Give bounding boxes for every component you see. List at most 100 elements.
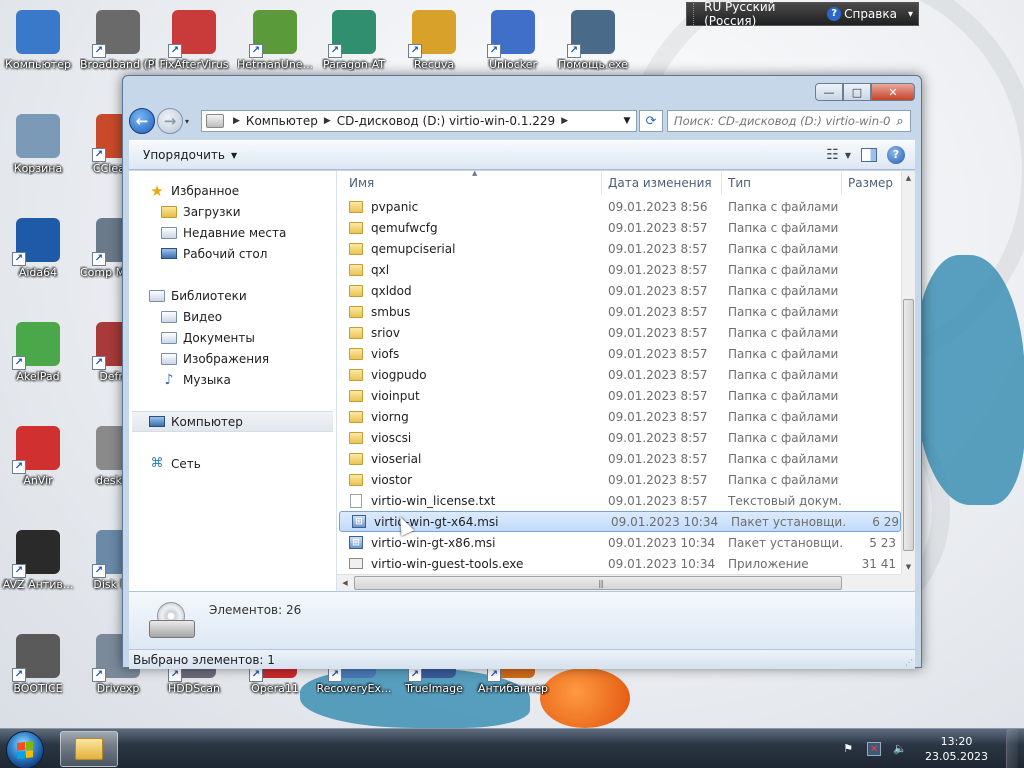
file-row[interactable]: vioinput 09.01.2023 8:57 Папка с файлами	[337, 385, 901, 406]
file-row[interactable]: pvpanic 09.01.2023 8:56 Папка с файлами	[337, 196, 901, 217]
file-row[interactable]: viogpudo 09.01.2023 8:57 Папка с файлами	[337, 364, 901, 385]
shortcut-arrow-icon: ↗	[12, 564, 26, 578]
desktop-icon-recycle-bin[interactable]: Корзина	[0, 114, 76, 175]
forward-button[interactable]: →	[157, 108, 183, 134]
taskbar-explorer-button[interactable]	[60, 731, 118, 767]
refresh-button[interactable]: ⟳	[639, 110, 663, 132]
nav-network[interactable]: ⌘ Сеть	[129, 453, 336, 474]
file-row[interactable]: vioserial 09.01.2023 8:57 Папка с файлами	[337, 448, 901, 469]
file-row[interactable]: sriov 09.01.2023 8:57 Папка с файлами	[337, 322, 901, 343]
langbar-help[interactable]: ? Справка	[821, 7, 903, 21]
show-desktop-button[interactable]	[1006, 729, 1018, 768]
file-row[interactable]: viorng 09.01.2023 8:57 Папка с файлами	[337, 406, 901, 427]
column-header-size[interactable]: Размер	[842, 171, 896, 195]
file-type-cell: Папка с файлами	[728, 430, 839, 445]
nav-video[interactable]: Видео	[129, 306, 336, 327]
file-row[interactable]: smbus 09.01.2023 8:57 Папка с файлами	[337, 301, 901, 322]
file-row[interactable]: qemupciserial 09.01.2023 8:57 Папка с файл…	[337, 238, 901, 259]
scroll-up-icon[interactable]: ▲	[902, 171, 915, 185]
breadcrumb-separator-icon[interactable]: ▶	[233, 116, 240, 126]
taskbar: ⚑ ✕ 🔈 13:20 23.05.2023	[0, 728, 1024, 768]
file-row[interactable]: virtio-win_license.txt 09.01.2023 8:57 Тек…	[337, 490, 901, 511]
desktop-icon-label: RecoveryEx...	[316, 682, 392, 695]
recent-pages-dropdown-icon[interactable]: ▾	[185, 117, 195, 126]
nav-computer[interactable]: Компьютер	[132, 411, 333, 432]
file-row[interactable]: qxldod 09.01.2023 8:57 Папка с файлами	[337, 280, 901, 301]
breadcrumb-computer[interactable]: Компьютер	[246, 114, 318, 128]
network-icon: ⌘	[150, 456, 164, 471]
desktop-icon-akelpad[interactable]: ↗ AkelPad	[0, 322, 76, 383]
column-header-date[interactable]: Дата изменения	[602, 171, 722, 195]
desktop-icon-anvir[interactable]: ↗ AnVir	[0, 426, 76, 487]
desktop-icon-aida64[interactable]: ↗ Aida64	[0, 218, 76, 279]
horizontal-scroll-thumb[interactable]: |||	[354, 576, 842, 590]
language-indicator[interactable]: RU Русский (Россия)	[694, 0, 821, 28]
organize-menu-button[interactable]: Упорядочить ▼	[143, 148, 237, 162]
nav-downloads[interactable]: Загрузки	[129, 201, 336, 222]
file-row[interactable]: viofs 09.01.2023 8:57 Папка с файлами	[337, 343, 901, 364]
nav-recent-places[interactable]: Недавние места	[129, 222, 336, 243]
langbar-options-icon[interactable]: ▾	[903, 9, 918, 20]
vertical-scroll-thumb[interactable]	[903, 299, 914, 551]
file-name-cell: qemupciserial	[337, 242, 602, 256]
file-row[interactable]: ⊞ virtio-win-gt-x86.msi 09.01.2023 10:34 Па…	[337, 532, 901, 553]
desktop-icon-computer[interactable]: Компьютер	[0, 10, 76, 71]
minimize-button[interactable]: —	[815, 83, 843, 101]
file-row[interactable]: qemufwcfg 09.01.2023 8:57 Папка с файлами	[337, 217, 901, 238]
column-header-name[interactable]: Имя	[337, 171, 602, 195]
file-row[interactable]: vioscsi 09.01.2023 8:57 Папка с файлами	[337, 427, 901, 448]
file-date-cell: 09.01.2023 8:57	[608, 220, 708, 235]
breadcrumb-separator-icon[interactable]: ▶	[561, 116, 568, 126]
file-row[interactable]: viostor 09.01.2023 8:57 Папка с файлами	[337, 469, 901, 490]
window-caption[interactable]: — □ ✕	[123, 76, 921, 106]
scroll-down-icon[interactable]: ▼	[902, 560, 915, 574]
langbar-grip[interactable]	[687, 3, 695, 25]
maximize-button[interactable]: □	[843, 83, 871, 101]
close-button[interactable]: ✕	[871, 83, 915, 101]
nav-music[interactable]: ♪ Музыка	[129, 369, 336, 390]
file-row[interactable]: virtio-win-guest-tools.exe 09.01.2023 10:…	[337, 553, 901, 574]
nav-documents[interactable]: Документы	[129, 327, 336, 348]
sort-ascending-icon: ▲	[472, 171, 478, 177]
file-name: qxl	[371, 262, 390, 277]
address-dropdown-icon[interactable]: ▼	[618, 116, 636, 126]
resize-grip-icon[interactable]: ⋰	[905, 658, 913, 667]
clock[interactable]: 13:20 23.05.2023	[925, 734, 988, 764]
nav-pictures[interactable]: Изображения	[129, 348, 336, 369]
breadcrumb-separator-icon[interactable]: ▶	[324, 116, 331, 126]
network-disconnected-icon[interactable]: ✕	[867, 742, 882, 756]
desktop-icon-broadband[interactable]: ↗Broadband (PPPoE)	[80, 10, 156, 71]
desktop-icon-paragon[interactable]: ↗ Paragon-AT	[316, 10, 392, 71]
start-button[interactable]	[6, 731, 44, 768]
video-library-icon	[161, 310, 177, 323]
search-icon[interactable]: ⌕	[890, 114, 910, 129]
file-date-cell: 09.01.2023 8:57	[608, 409, 708, 424]
vertical-scrollbar[interactable]: ▲ ▼	[901, 171, 915, 574]
file-row[interactable]: qxl 09.01.2023 8:57 Папка с файлами	[337, 259, 901, 280]
horizontal-scrollbar[interactable]: ◀ ||| ▶	[337, 574, 915, 591]
change-view-button[interactable]: ☷ ▼	[826, 147, 851, 163]
back-button[interactable]: ←	[129, 108, 155, 134]
address-bar[interactable]: ▶ Компьютер ▶ CD-дисковод (D:) virtio-wi…	[201, 110, 637, 132]
action-center-flag-icon[interactable]: ⚑	[841, 742, 855, 756]
desktop-icon-unlocker[interactable]: ↗ Unlocker	[475, 10, 551, 71]
column-header-type[interactable]: Тип	[722, 171, 842, 195]
file-name: vioserial	[371, 451, 422, 466]
scroll-left-icon[interactable]: ◀	[337, 575, 353, 591]
volume-muted-icon[interactable]: 🔈	[893, 742, 907, 756]
file-row[interactable]: ⊞ virtio-win-gt-x64.msi 09.01.2023 10:34 Па…	[339, 511, 901, 532]
desktop-icon-help-exe[interactable]: ↗ Помощь.exe	[555, 10, 631, 71]
desktop-icon-hetman[interactable]: ↗ HetmanUne...	[237, 10, 313, 71]
desktop-icon-recuva[interactable]: ↗ Recuva	[396, 10, 472, 71]
desktop-icon-fixaftervirus[interactable]: ↗ FixAfterVirus	[156, 10, 232, 71]
search-box[interactable]: ⌕	[667, 110, 911, 132]
preview-pane-icon[interactable]	[861, 148, 877, 162]
breadcrumb-cd-drive[interactable]: CD-дисковод (D:) virtio-win-0.1.229	[337, 114, 555, 128]
desktop-icon-avz[interactable]: ↗ AVZ Антив...	[0, 530, 76, 591]
nav-favorites[interactable]: ★ Избранное	[129, 180, 336, 201]
desktop-icon-bootice[interactable]: ↗ BOOTICE	[0, 634, 76, 695]
help-icon[interactable]: ?	[887, 146, 905, 164]
nav-libraries[interactable]: Библиотеки	[129, 285, 336, 306]
nav-desktop[interactable]: Рабочий стол	[129, 243, 336, 264]
search-input[interactable]	[674, 114, 890, 128]
